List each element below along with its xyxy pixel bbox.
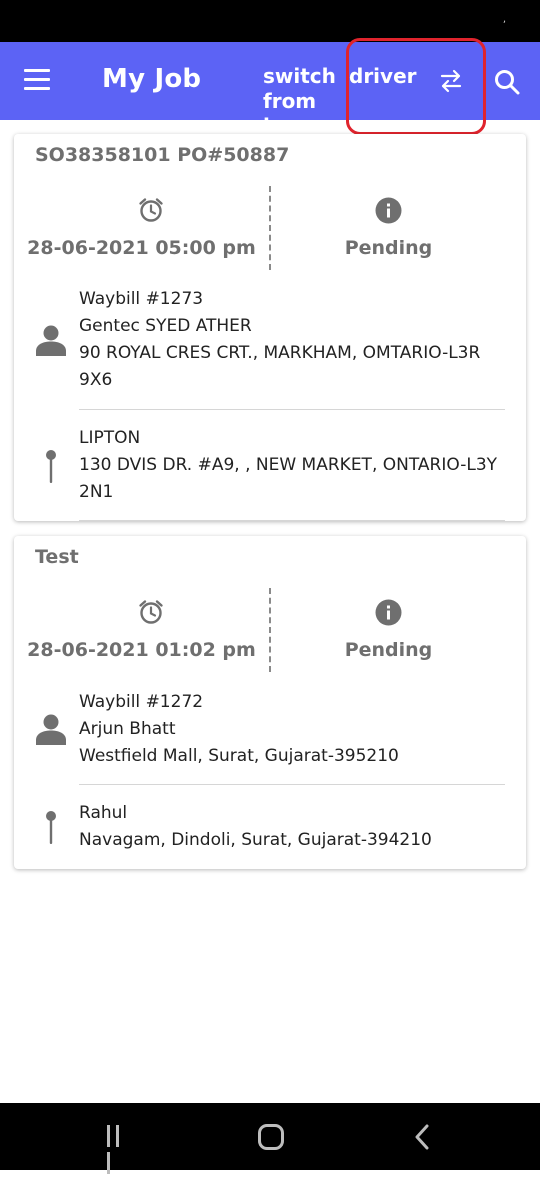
- section-divider: [79, 409, 505, 410]
- info-icon: [375, 599, 402, 626]
- alarm-clock-icon: [139, 198, 163, 222]
- pickup-name: Gentec SYED ATHER: [79, 316, 252, 336]
- back-button[interactable]: [412, 1124, 432, 1150]
- job-title: SO38358101 PO#50887: [35, 144, 290, 166]
- job-status: Pending: [344, 639, 433, 661]
- pickup-info: Waybill #1272 Arjun Bhatt Westfield Mall…: [79, 689, 509, 770]
- job-datetime: 28-06-2021 05:00 pm: [27, 237, 256, 259]
- pickup-name: Arjun Bhatt: [79, 719, 176, 739]
- drop-address-cont: 2N1: [79, 482, 114, 502]
- job-card[interactable]: Test 28-06-2021 01:02 pm Pending Waybill…: [14, 536, 526, 869]
- switch-label: switch from her: [263, 64, 358, 139]
- job-card[interactable]: SO38358101 PO#50887 28-06-2021 05:00 pm …: [14, 134, 526, 521]
- job-status: Pending: [344, 237, 433, 259]
- person-icon: [36, 714, 66, 745]
- home-button[interactable]: [258, 1124, 284, 1150]
- status-indicator: ,: [502, 14, 506, 25]
- pickup-address-cont: 9X6: [79, 370, 113, 390]
- drop-name: Rahul: [79, 803, 128, 823]
- pickup-info: Waybill #1273 Gentec SYED ATHER 90 ROYAL…: [79, 286, 509, 394]
- recent-apps-icon: [107, 1125, 133, 1179]
- alarm-clock-icon: [139, 600, 163, 624]
- drop-info: LIPTON 130 DVIS DR. #A9, , NEW MARKET, O…: [79, 425, 509, 506]
- pin-icon: [46, 450, 56, 483]
- job-title: Test: [35, 546, 79, 568]
- annotation-highlight: [346, 38, 486, 135]
- person-icon: [36, 325, 66, 356]
- search-icon: [495, 70, 520, 95]
- status-bar: ,: [0, 0, 540, 42]
- menu-button[interactable]: [24, 69, 54, 93]
- menu-icon: [24, 69, 54, 90]
- section-divider: [79, 520, 505, 521]
- drop-info: Rahul Navagam, Dindoli, Surat, Gujarat-3…: [79, 800, 509, 854]
- switch-label-line1: switch: [263, 64, 336, 88]
- search-button[interactable]: [493, 68, 521, 96]
- back-icon: [415, 1124, 429, 1150]
- info-icon: [375, 197, 402, 224]
- page-title: My Job: [102, 64, 202, 94]
- waybill-number: Waybill #1272: [79, 692, 204, 712]
- switch-label-line2: from her: [263, 89, 317, 138]
- waybill-number: Waybill #1273: [79, 289, 204, 309]
- recent-apps-button[interactable]: [107, 1125, 133, 1174]
- system-nav-bar: [0, 1103, 540, 1174]
- pin-icon: [46, 811, 56, 844]
- drop-address: Navagam, Dindoli, Surat, Gujarat-394210: [79, 830, 432, 850]
- drop-name: LIPTON: [79, 428, 141, 448]
- pickup-address: 90 ROYAL CRES CRT., MARKHAM, OMTARIO-L3R: [79, 343, 481, 363]
- section-divider: [79, 784, 505, 785]
- job-datetime: 28-06-2021 01:02 pm: [27, 639, 256, 661]
- drop-address: 130 DVIS DR. #A9, , NEW MARKET, ONTARIO-…: [79, 455, 498, 475]
- pickup-address: Westfield Mall, Surat, Gujarat-395210: [79, 746, 399, 766]
